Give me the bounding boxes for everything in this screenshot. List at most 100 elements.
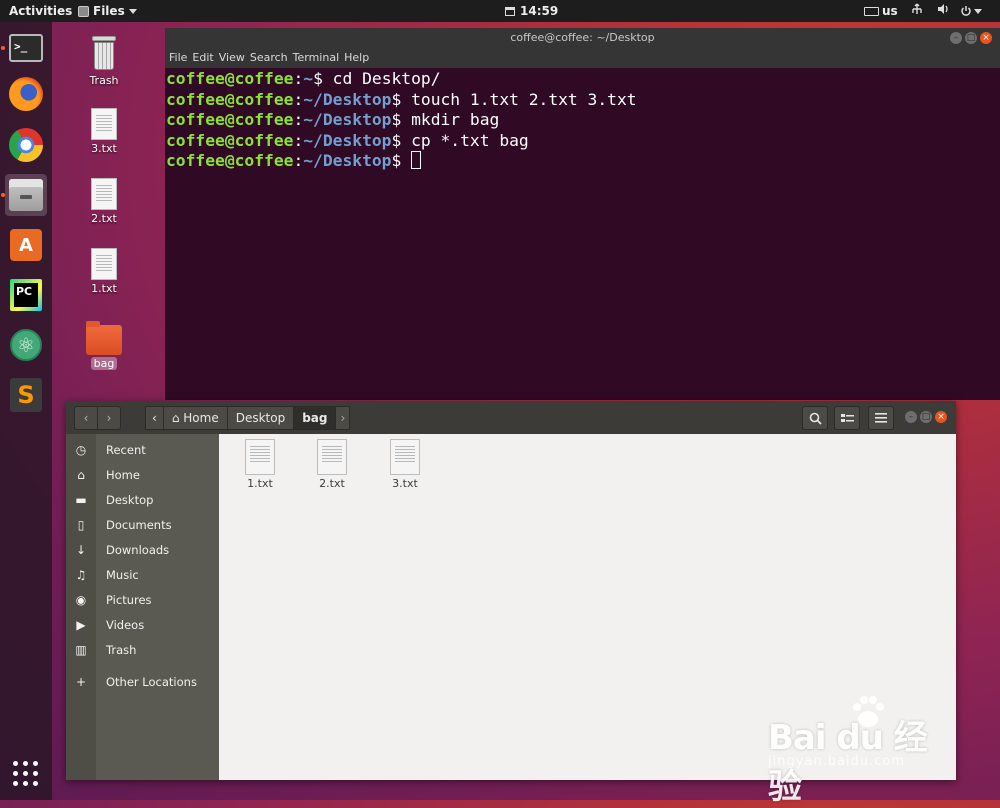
sidebar-item-home[interactable]: ⌂ Home <box>66 462 219 487</box>
minimize-button[interactable]: – <box>950 32 962 44</box>
view-toggle-button[interactable] <box>834 406 860 430</box>
power-icon <box>961 6 971 16</box>
dock-terminal[interactable]: >_ <box>5 27 47 69</box>
breadcrumb-scroll-left[interactable]: ‹ <box>145 406 164 430</box>
file-item-label: 3.txt <box>392 477 418 490</box>
folder-icon <box>86 321 122 355</box>
chevron-left-icon: ‹ <box>83 411 89 425</box>
menu-file[interactable]: File <box>169 48 192 68</box>
maximize-button[interactable]: □ <box>965 32 977 44</box>
close-button[interactable]: × <box>935 411 947 423</box>
files-sidebar: ◷ Recent ⌂ Home ▬ Desktop ▯ Documents ↓ Downl… <box>66 434 219 780</box>
desktop-icon-1txt[interactable]: 1.txt <box>69 248 139 295</box>
dock-firefox[interactable] <box>5 73 47 115</box>
close-button[interactable]: × <box>980 32 992 44</box>
sidebar-item-music[interactable]: ♫ Music <box>66 562 219 587</box>
volume-icon[interactable] <box>937 0 950 22</box>
watermark-url: jingyan.baidu.com <box>768 754 905 769</box>
chevron-down-icon <box>128 8 137 14</box>
clock-icon: ◷ <box>75 442 87 457</box>
sublime-text-icon: S <box>10 378 42 412</box>
sidebar-item-downloads[interactable]: ↓ Downloads <box>66 537 219 562</box>
dock-pycharm[interactable]: PC <box>5 274 47 316</box>
sidebar-item-recent[interactable]: ◷ Recent <box>66 437 219 462</box>
activities-button[interactable]: Activities <box>9 0 72 22</box>
folder-icon: ▬ <box>75 492 87 507</box>
dock-atom[interactable]: ⚛ <box>5 324 47 366</box>
maximize-button[interactable]: □ <box>920 411 932 423</box>
document-icon: ▯ <box>77 517 85 532</box>
keyboard-layout-button[interactable]: us <box>864 0 898 22</box>
file-item-3txt[interactable]: 3.txt <box>375 439 435 490</box>
dock-software-center[interactable]: A <box>5 224 47 266</box>
search-button[interactable] <box>802 406 828 430</box>
menu-search[interactable]: Search <box>250 48 293 68</box>
file-item-1txt[interactable]: 1.txt <box>230 439 290 490</box>
text-file-icon <box>91 178 117 210</box>
terminal-line: coffee@coffee:~/Desktop$ cp *.txt bag <box>166 130 529 150</box>
file-item-2txt[interactable]: 2.txt <box>302 439 362 490</box>
running-indicator <box>1 46 5 50</box>
desktop-icon-bag[interactable]: bag <box>69 321 139 370</box>
menu-view[interactable]: View <box>219 48 250 68</box>
music-icon: ♫ <box>75 567 87 582</box>
breadcrumb-desktop[interactable]: Desktop <box>226 406 295 430</box>
network-icon[interactable] <box>911 0 923 22</box>
files-headerbar: ‹ › ‹ ⌂ Home Desktop bag › – □ × <box>66 401 956 434</box>
search-icon <box>809 412 822 425</box>
app-menu-label: Files <box>93 4 125 18</box>
sidebar-item-pictures[interactable]: ◉ Pictures <box>66 587 219 612</box>
list-view-icon <box>840 413 854 422</box>
terminal-window[interactable]: coffee@coffee: ~/Desktop – □ × File Edit… <box>165 28 1000 400</box>
breadcrumb-scroll-right[interactable]: › <box>335 406 351 430</box>
running-indicator <box>1 193 5 197</box>
menu-help[interactable]: Help <box>344 48 374 68</box>
file-item-label: 1.txt <box>247 477 273 490</box>
menu-edit[interactable]: Edit <box>192 48 218 68</box>
dock-sublime-text[interactable]: S <box>5 374 47 416</box>
desktop-icon-2txt[interactable]: 2.txt <box>69 178 139 225</box>
clock-button[interactable]: 14:59 <box>505 0 558 22</box>
calendar-icon <box>505 6 515 16</box>
power-menu-button[interactable] <box>960 0 982 22</box>
sidebar-item-desktop[interactable]: ▬ Desktop <box>66 487 219 512</box>
chevron-down-icon <box>974 8 982 14</box>
text-file-icon <box>245 439 275 475</box>
text-file-icon <box>91 248 117 280</box>
desktop-icon-label: 1.txt <box>91 282 117 295</box>
back-button[interactable]: ‹ <box>74 406 98 430</box>
text-file-icon <box>91 108 117 140</box>
sidebar-item-videos[interactable]: ▶ Videos <box>66 612 219 637</box>
keyboard-layout-label: us <box>882 4 898 18</box>
dock-chrome[interactable] <box>5 124 47 166</box>
terminal-output[interactable]: coffee@coffee:~$ cd Desktop/coffee@coffe… <box>165 69 1000 400</box>
sidebar-item-trash[interactable]: ▥ Trash <box>66 637 219 662</box>
menu-terminal[interactable]: Terminal <box>293 48 345 68</box>
hamburger-menu-button[interactable] <box>868 406 894 430</box>
desktop-icon-trash[interactable]: Trash <box>69 36 139 87</box>
terminal-cursor <box>411 151 422 169</box>
app-menu-button[interactable]: Files <box>78 0 137 22</box>
software-center-icon: A <box>10 229 42 261</box>
clock-label: 14:59 <box>520 4 559 18</box>
breadcrumb-bag[interactable]: bag <box>293 406 337 430</box>
terminal-titlebar[interactable]: coffee@coffee: ~/Desktop – □ × <box>165 28 1000 48</box>
dock: >_ A PC ⚛ S <box>0 22 52 800</box>
keyboard-icon <box>864 6 879 16</box>
forward-button[interactable]: › <box>97 406 121 430</box>
show-applications-button[interactable] <box>5 753 47 795</box>
sidebar-item-documents[interactable]: ▯ Documents <box>66 512 219 537</box>
baidu-watermark: Bai du 经验 jingyan.baidu.com <box>768 692 948 807</box>
desktop-icon-label: 2.txt <box>91 212 117 225</box>
minimize-button[interactable]: – <box>905 411 917 423</box>
breadcrumb-home[interactable]: ⌂ Home <box>162 406 228 430</box>
hamburger-icon <box>875 413 887 423</box>
files-app-icon <box>78 5 89 17</box>
plus-icon: + <box>75 674 87 689</box>
sidebar-item-other-locations[interactable]: + Other Locations <box>66 669 219 694</box>
text-file-icon <box>317 439 347 475</box>
terminal-prompt: coffee@coffee:~/Desktop$ <box>166 151 1000 172</box>
chevron-right-icon: › <box>106 411 112 425</box>
dock-files[interactable] <box>5 174 47 216</box>
desktop-icon-3txt[interactable]: 3.txt <box>69 108 139 155</box>
